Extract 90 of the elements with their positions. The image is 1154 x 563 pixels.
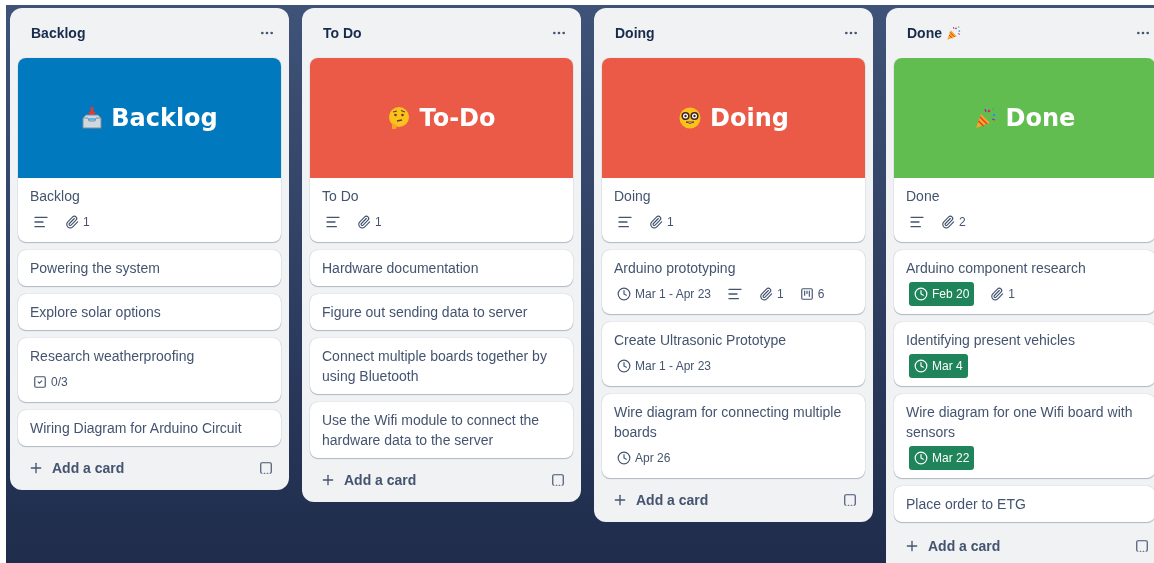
card[interactable]: Place order to ETG — [894, 486, 1154, 522]
due-date-badge: Mar 1 - Apr 23 — [617, 282, 712, 306]
add-card-button[interactable]: Add a card — [612, 489, 709, 511]
card[interactable]: Hardware documentation — [310, 250, 573, 286]
due-date-badge: Apr 26 — [617, 446, 671, 470]
card-title: Hardware documentation — [322, 259, 480, 278]
cover-title: Doing — [710, 103, 789, 134]
attachment-count: 1 — [1008, 286, 1016, 303]
plus-icon — [320, 472, 336, 488]
template-icon[interactable] — [551, 473, 565, 487]
attachment-count: 1 — [777, 286, 784, 303]
card[interactable]: Arduino component research Feb 20 1 — [894, 250, 1154, 314]
card-title: Wire diagram for connecting multiple boards — [614, 403, 843, 442]
cover-title: Done — [1005, 103, 1076, 134]
list-title[interactable]: Backlog — [31, 22, 86, 44]
card[interactable]: Create Ultrasonic Prototype Mar 1 - Apr 23 — [602, 322, 865, 386]
due-date-badge: Mar 1 - Apr 23 — [617, 354, 712, 378]
card[interactable]: Powering the system — [18, 250, 281, 286]
card[interactable]: Arduino prototyping Mar 1 - Apr 23 1 6 — [602, 250, 865, 314]
card-title: Connect multiple boards together by using Bluetooth — [322, 347, 548, 386]
attachment-count: 1 — [83, 214, 90, 231]
card[interactable]: Research weatherproofing 0/3 — [18, 338, 281, 402]
cover-title: Backlog — [111, 103, 218, 134]
card-title: Done — [906, 187, 941, 206]
card-title: Explore solar options — [30, 303, 162, 322]
card-title: Arduino component research — [906, 259, 1087, 278]
inbox-tray-icon — [81, 106, 104, 130]
card-title: Use the Wifi module to connect the hardware data to the server — [322, 411, 541, 450]
cover-card[interactable]: Backlog Backlog 1 — [18, 58, 281, 242]
add-card-button[interactable]: Add a card — [904, 535, 1001, 557]
paperclip-icon — [65, 215, 79, 229]
paperclip-icon — [759, 287, 774, 301]
due-date-badge: Feb 20 — [909, 282, 975, 306]
paperclip-icon — [357, 215, 371, 229]
checklist-count: 0/3 — [51, 374, 68, 391]
attachment-count: 2 — [959, 214, 966, 231]
due-date-badge: Mar 22 — [909, 446, 975, 470]
card[interactable]: Figure out sending data to server — [310, 294, 573, 330]
paperclip-icon — [941, 215, 955, 229]
due-date-badge: Mar 4 — [909, 354, 968, 378]
card[interactable]: Wire diagram for connecting multiple boards Apr 26 — [602, 394, 865, 478]
description-icon — [33, 214, 49, 230]
card-title: Wire diagram for one Wifi board with sensors — [906, 403, 1134, 442]
attachment-count: 1 — [375, 214, 382, 231]
card-title: Identifying present vehicles — [906, 331, 1076, 350]
attachment-count: 1 — [667, 214, 674, 231]
card[interactable]: Use the Wifi module to connect the hardware data to the server — [310, 402, 573, 458]
party-popper-icon — [946, 25, 962, 41]
cover-card[interactable]: To-Do To Do 1 — [310, 58, 573, 242]
board-icon — [799, 287, 814, 301]
plus-icon — [904, 538, 920, 554]
thinking-face-icon — [387, 106, 412, 130]
party-popper-icon — [973, 106, 998, 130]
list-title[interactable]: To Do — [323, 22, 362, 44]
card-title: Create Ultrasonic Prototype — [614, 331, 787, 350]
card-title: Wiring Diagram for Arduino Circuit — [30, 419, 243, 438]
description-icon — [617, 214, 633, 230]
paperclip-icon — [649, 215, 663, 229]
card-title: Arduino prototyping — [614, 259, 737, 278]
template-icon[interactable] — [259, 461, 273, 475]
plus-icon — [28, 460, 44, 476]
cover-card[interactable]: Done Done 2 — [894, 58, 1154, 242]
cover-title: To-Do — [419, 103, 496, 134]
card-title: Place order to ETG — [906, 495, 1027, 514]
add-card-button[interactable]: Add a card — [28, 457, 125, 479]
cover-card[interactable]: Doing Doing 1 — [602, 58, 865, 242]
card[interactable]: Explore solar options — [18, 294, 281, 330]
card[interactable]: Wire diagram for one Wifi board with sensors Mar 22 — [894, 394, 1154, 478]
card-title: To Do — [322, 187, 360, 206]
list-title[interactable]: Done — [907, 22, 942, 44]
plus-icon — [612, 492, 628, 508]
card-title: Research weatherproofing — [30, 347, 196, 366]
card-title: Powering the system — [30, 259, 161, 278]
add-card-button[interactable]: Add a card — [320, 469, 417, 491]
description-icon — [325, 214, 341, 230]
card[interactable]: Identifying present vehicles Mar 4 — [894, 322, 1154, 386]
card[interactable]: Wiring Diagram for Arduino Circuit — [18, 410, 281, 446]
card-title: Figure out sending data to server — [322, 303, 529, 322]
card[interactable]: Connect multiple boards together by using Bluetooth — [310, 338, 573, 394]
description-icon — [909, 214, 925, 230]
card-title: Backlog — [30, 187, 81, 206]
paperclip-icon — [990, 287, 1005, 301]
list-title[interactable]: Doing — [615, 22, 655, 44]
board-count: 6 — [817, 286, 825, 303]
nerd-face-icon — [678, 106, 703, 130]
template-icon[interactable] — [843, 493, 857, 507]
description-icon — [727, 286, 744, 302]
card-title: Doing — [614, 187, 652, 206]
template-icon[interactable] — [1135, 539, 1149, 553]
checklist-icon — [33, 375, 47, 389]
